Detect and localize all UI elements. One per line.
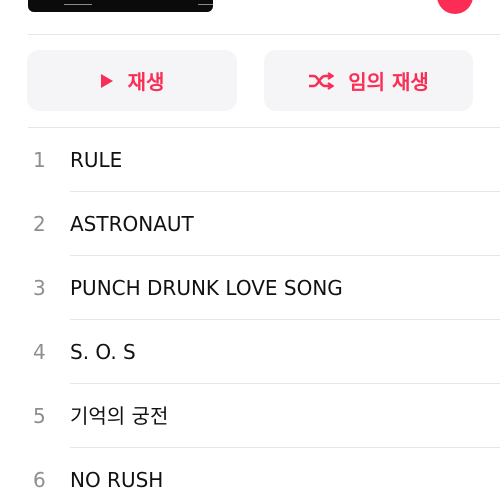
track-number: 6 — [33, 468, 46, 492]
track-number: 3 — [33, 276, 46, 300]
track-title: PUNCH DRUNK LOVE SONG — [70, 276, 343, 300]
play-button[interactable]: 재생 — [27, 50, 237, 111]
shuffle-icon — [308, 71, 335, 90]
album-page: 재생 임의 재생 1 RULE 2 ASTRONAUT 3 PUNCH DRUN… — [0, 0, 500, 500]
album-artwork[interactable] — [28, 0, 213, 12]
track-title: RULE — [70, 148, 123, 172]
track-number: 1 — [33, 148, 46, 172]
track-title: 기억의 궁전 — [70, 404, 169, 428]
track-number: 4 — [33, 340, 46, 364]
track-title: NO RUSH — [70, 468, 164, 492]
track-number: 5 — [33, 404, 46, 428]
play-button-label: 재생 — [127, 70, 165, 94]
header-divider — [28, 34, 500, 35]
track-number: 2 — [33, 212, 46, 236]
track-row[interactable]: 2 ASTRONAUT — [0, 192, 500, 256]
album-art-detail — [198, 4, 213, 5]
more-options-button[interactable] — [437, 0, 473, 14]
track-row[interactable]: 3 PUNCH DRUNK LOVE SONG — [0, 256, 500, 320]
play-icon — [100, 73, 114, 89]
track-row[interactable]: 6 NO RUSH — [0, 448, 500, 500]
track-title: S. O. S — [70, 340, 136, 364]
track-row[interactable]: 1 RULE — [0, 128, 500, 192]
shuffle-button-label: 임의 재생 — [348, 70, 429, 94]
track-row[interactable]: 5 기억의 궁전 — [0, 384, 500, 448]
track-title: ASTRONAUT — [70, 212, 194, 236]
album-art-detail — [64, 4, 92, 5]
shuffle-button[interactable]: 임의 재생 — [264, 50, 473, 111]
track-row[interactable]: 4 S. O. S — [0, 320, 500, 384]
